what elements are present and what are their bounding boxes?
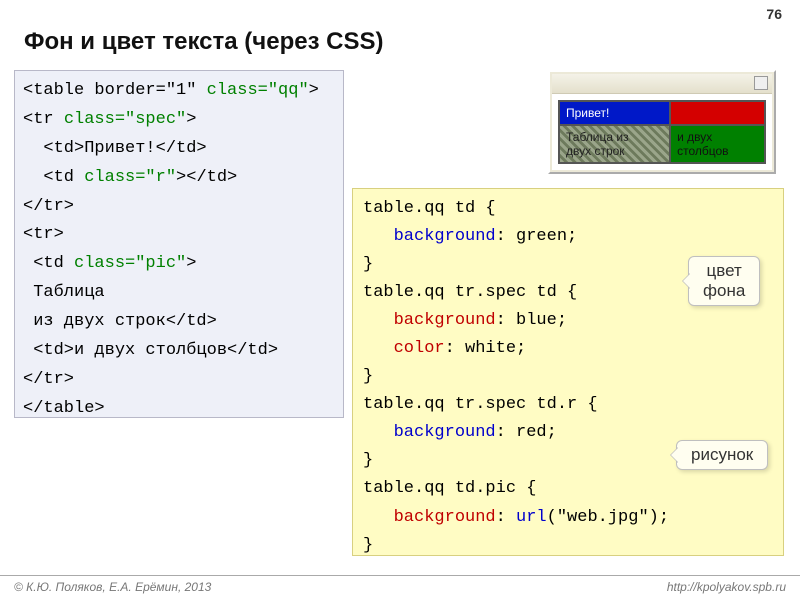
code-line: table.qq tr.spec td { <box>363 283 577 302</box>
code-line: : red; <box>496 423 557 442</box>
code-line: <td>Привет!</td> <box>23 139 207 158</box>
code-prop: background <box>363 227 496 246</box>
code-prop: background <box>363 311 496 330</box>
code-line: } <box>363 451 373 470</box>
code-line: : white; <box>445 339 527 358</box>
callout-picture: рисунок <box>676 440 768 470</box>
code-line: из двух строк</td> <box>23 312 217 331</box>
code-line: : blue; <box>496 311 567 330</box>
code-attr: class="qq" <box>207 81 309 100</box>
code-prop: background <box>363 423 496 442</box>
css-code-block: table.qq td { background: green; } table… <box>352 188 784 556</box>
cell-text: Таблица из <box>566 130 629 144</box>
code-line: ("web.jpg"); <box>547 508 669 527</box>
code-line: } <box>363 367 373 386</box>
code-line: table.qq td.pic { <box>363 479 536 498</box>
preview-toolbar <box>552 74 772 94</box>
code-line: </table> <box>23 399 105 418</box>
page-number: 76 <box>766 6 782 22</box>
code-func: url <box>516 508 547 527</box>
table-row: Таблица из двух строк и двух столбцов <box>559 125 765 163</box>
callout-text: цвет <box>707 261 742 280</box>
code-line: ></td> <box>176 168 237 187</box>
code-line: </tr> <box>23 197 74 216</box>
preview-window: Привет! Таблица из двух строк и двух сто… <box>548 70 776 174</box>
cell-pic: Таблица из двух строк <box>559 125 670 163</box>
code-attr: class="spec" <box>64 110 186 129</box>
preview-table: Привет! Таблица из двух строк и двух сто… <box>558 100 766 164</box>
footer-copyright: © К.Ю. Поляков, Е.А. Ерёмин, 2013 <box>14 580 211 594</box>
footer: © К.Ю. Поляков, Е.А. Ерёмин, 2013 http:/… <box>0 575 800 594</box>
code-line: } <box>363 255 373 274</box>
slide-title: Фон и цвет текста (через CSS) <box>24 28 384 56</box>
code-line: : <box>496 508 516 527</box>
code-line: } <box>363 536 373 555</box>
code-line: </tr> <box>23 370 74 389</box>
callout-bg-color: цвет фона <box>688 256 760 306</box>
code-line: > <box>186 110 196 129</box>
html-code-block: <table border="1" class="qq"> <tr class=… <box>14 70 344 418</box>
code-line: <table border="1" <box>23 81 207 100</box>
callout-text: фона <box>703 281 745 300</box>
code-line: <tr <box>23 110 64 129</box>
code-line: > <box>186 254 196 273</box>
window-button-icon <box>754 76 768 90</box>
cell-text: и двух <box>677 130 712 144</box>
cell-hello: Привет! <box>559 101 670 125</box>
code-line: <td>и двух столбцов</td> <box>23 341 278 360</box>
cell-green: и двух столбцов <box>670 125 765 163</box>
code-line: <td <box>23 168 84 187</box>
preview-body: Привет! Таблица из двух строк и двух сто… <box>552 94 772 170</box>
table-row: Привет! <box>559 101 765 125</box>
cell-text: столбцов <box>677 144 728 158</box>
callout-text: рисунок <box>691 445 753 464</box>
code-attr: class="r" <box>84 168 176 187</box>
code-line: table.qq tr.spec td.r { <box>363 395 598 414</box>
code-attr: class="pic" <box>74 254 186 273</box>
footer-url: http://kpolyakov.spb.ru <box>667 580 786 594</box>
cell-red <box>670 101 765 125</box>
code-line: table.qq td { <box>363 199 496 218</box>
code-line: <tr> <box>23 225 64 244</box>
code-line: Таблица <box>23 283 105 302</box>
code-line: <td <box>23 254 74 273</box>
code-prop: background <box>363 508 496 527</box>
cell-text: двух строк <box>566 144 625 158</box>
code-prop: color <box>363 339 445 358</box>
code-line: : green; <box>496 227 578 246</box>
code-line: > <box>309 81 319 100</box>
